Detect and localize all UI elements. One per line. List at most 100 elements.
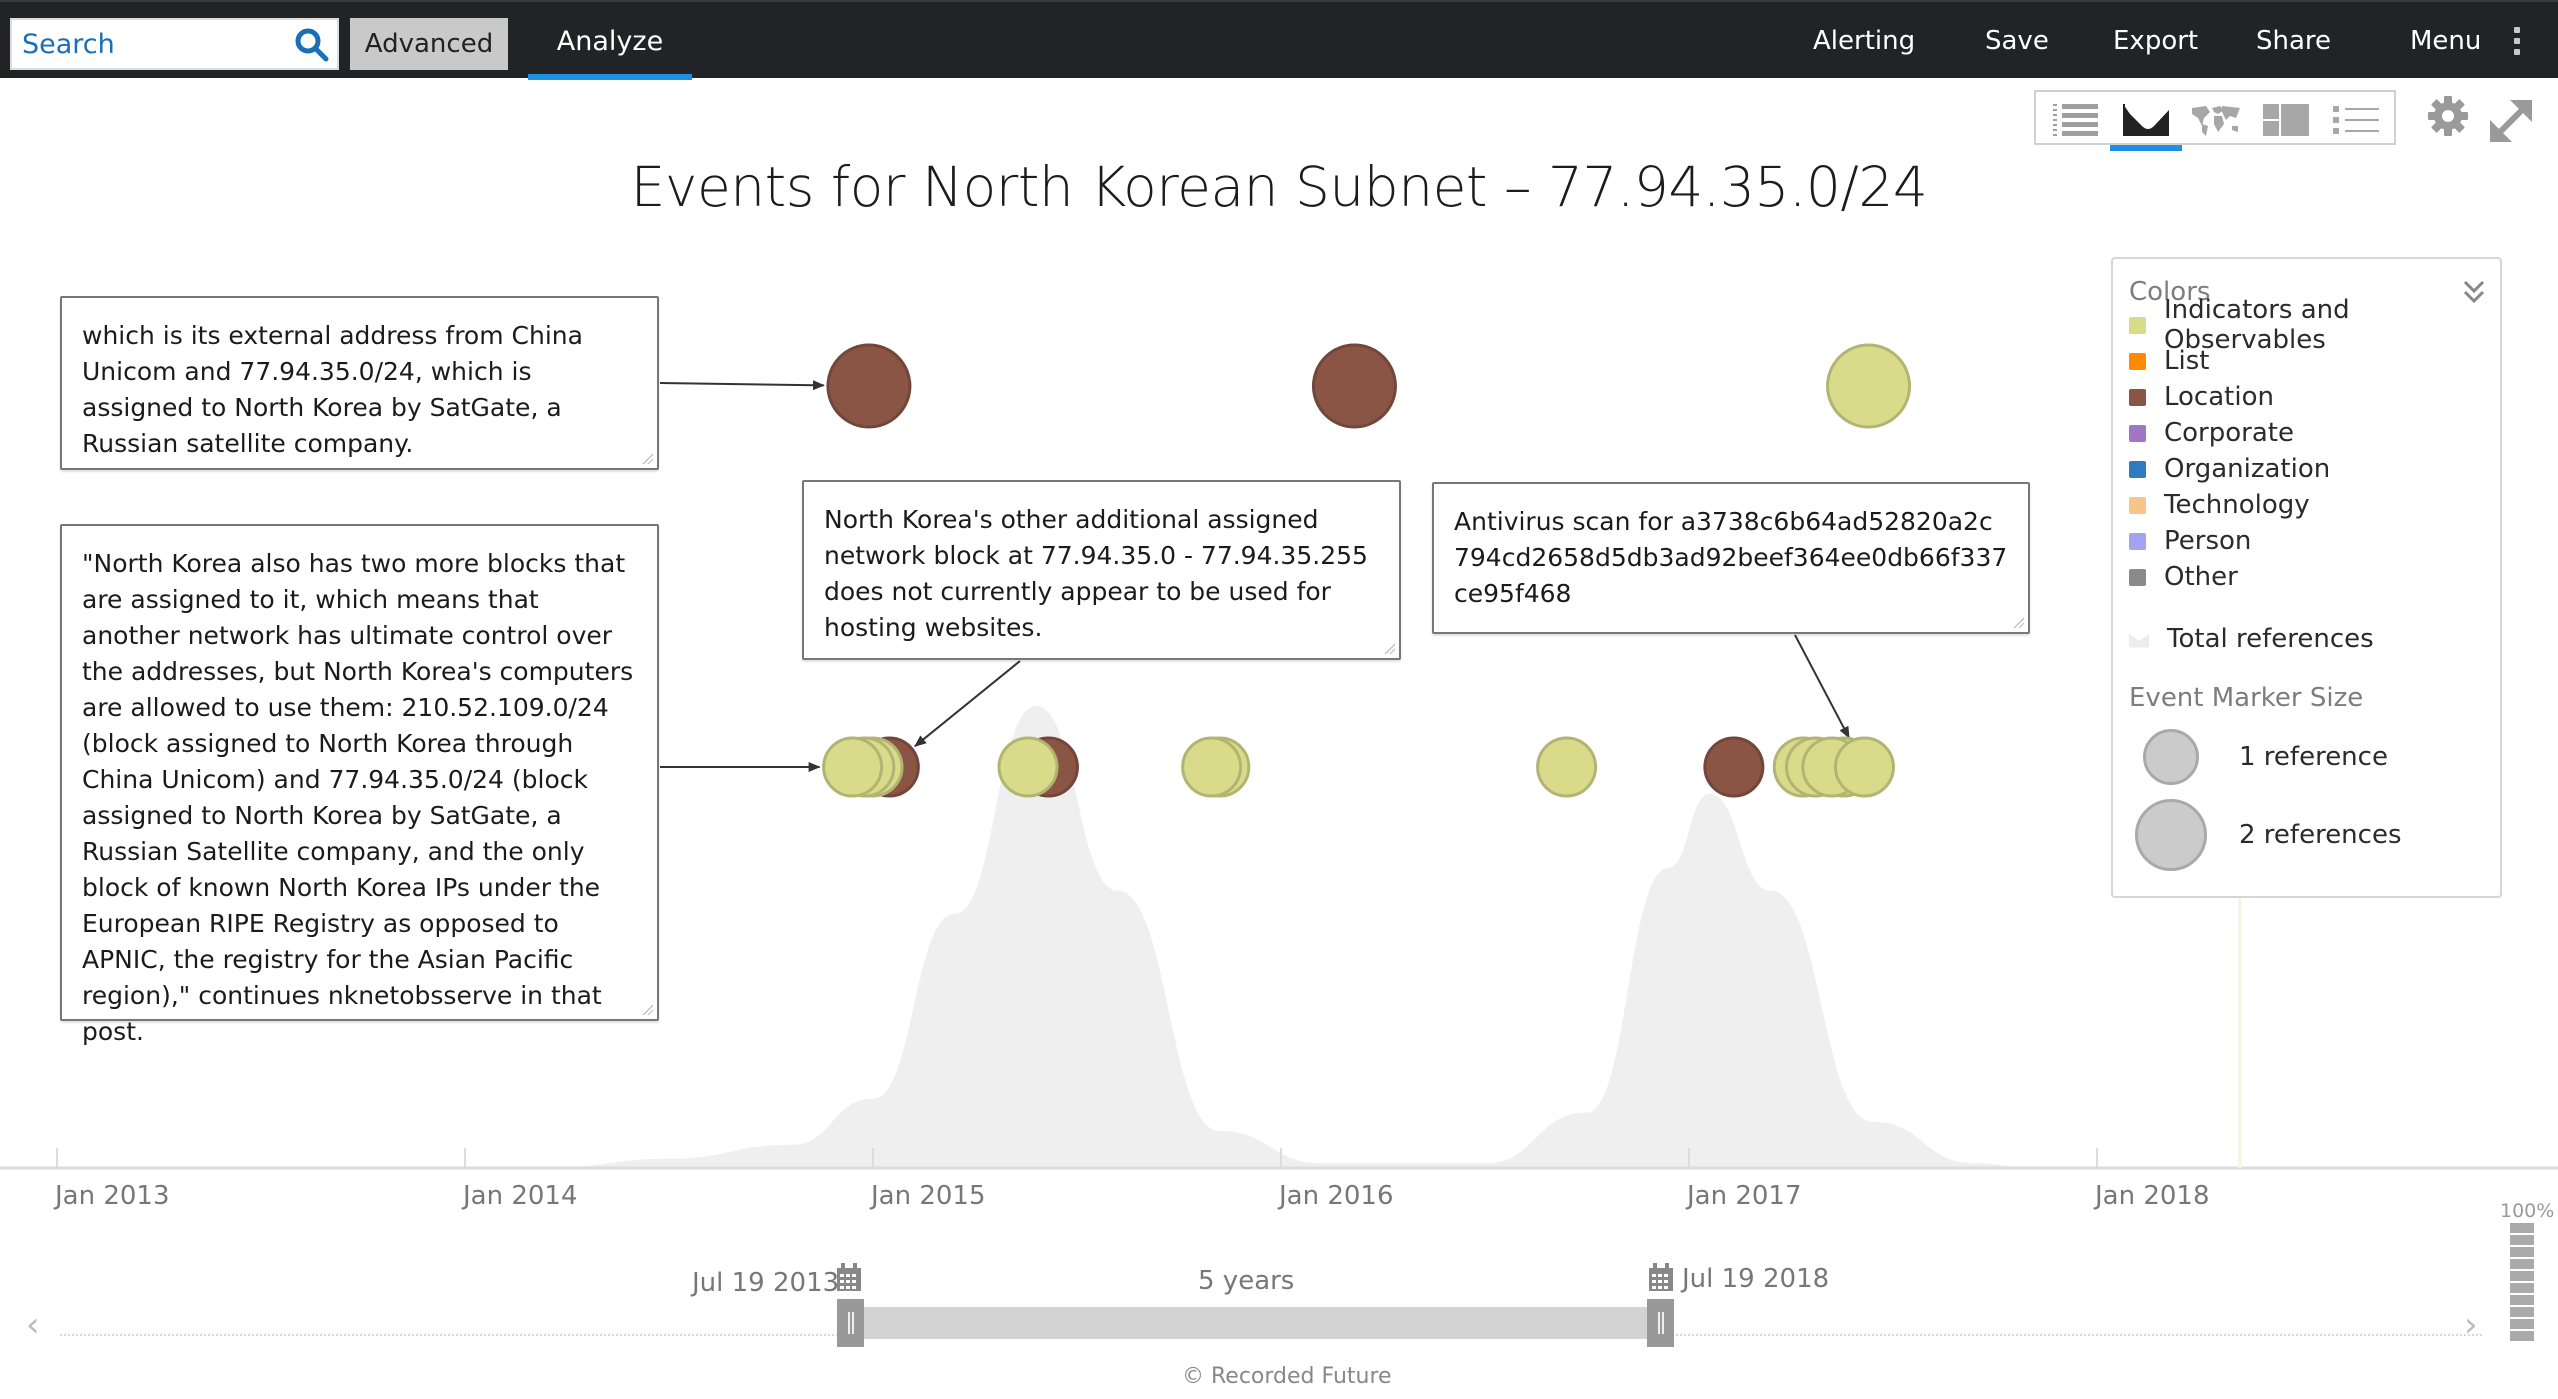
settings-gear-icon[interactable] bbox=[2424, 92, 2472, 140]
legend-item-label: Location bbox=[2164, 382, 2274, 412]
size-1-circle-icon bbox=[2143, 729, 2199, 785]
event-marker-indicators-and-observables[interactable] bbox=[1826, 343, 1912, 429]
x-axis bbox=[0, 1148, 2558, 1170]
app-root: Advanced Analyze Alerting Save Export Sh… bbox=[0, 0, 2558, 1399]
x-axis-tick-label: Jan 2014 bbox=[463, 1181, 578, 1211]
size-legend-label: 1 reference bbox=[2239, 742, 2388, 772]
top-bar: Advanced Analyze Alerting Save Export Sh… bbox=[0, 0, 2558, 80]
legend-item-label: Organization bbox=[2164, 454, 2331, 484]
legend-total-references[interactable]: Total references bbox=[2129, 621, 2374, 657]
end-calendar-icon[interactable] bbox=[1648, 1262, 1674, 1292]
list-view-button[interactable] bbox=[2326, 98, 2386, 142]
legend-swatch-icon bbox=[2129, 424, 2146, 442]
range-end-date: Jul 19 2018 bbox=[1682, 1264, 1830, 1294]
resize-handle-icon[interactable] bbox=[1383, 642, 1395, 654]
fullscreen-expand-icon[interactable] bbox=[2488, 98, 2534, 144]
legend-swatch-icon bbox=[2129, 496, 2146, 514]
event-marker-indicators-and-observables[interactable] bbox=[822, 736, 884, 798]
range-start-handle[interactable] bbox=[837, 1299, 864, 1347]
alerting-button[interactable]: Alerting bbox=[1813, 2, 1915, 80]
resize-handle-icon[interactable] bbox=[2012, 616, 2024, 628]
legend-item-person[interactable]: Person bbox=[2129, 523, 2251, 559]
event-marker-location[interactable] bbox=[1703, 736, 1765, 798]
range-duration: 5 years bbox=[1198, 1266, 1295, 1296]
event-marker-indicators-and-observables[interactable] bbox=[1181, 736, 1243, 798]
annotation-note[interactable]: North Korea's other additional assigned … bbox=[802, 480, 1401, 660]
timeline-view-button[interactable] bbox=[2110, 98, 2182, 151]
menu-button[interactable]: Menu bbox=[2410, 2, 2481, 80]
chart-title: Events for North Korean Subnet – 77.94.3… bbox=[630, 155, 1928, 219]
legend-item-organization[interactable]: Organization bbox=[2129, 451, 2330, 487]
save-button[interactable]: Save bbox=[1985, 2, 2049, 80]
zoom-slider[interactable] bbox=[2510, 1223, 2534, 1341]
legend-item-indicators-and-observables[interactable]: Indicators and Observables bbox=[2129, 295, 2500, 355]
pan-right-button[interactable]: › bbox=[2464, 1305, 2478, 1345]
x-axis-tick-label: Jan 2018 bbox=[2095, 1181, 2210, 1211]
annotation-text: "North Korea also has two more blocks th… bbox=[82, 549, 634, 1046]
legend-item-list[interactable]: List bbox=[2129, 343, 2209, 379]
start-calendar-icon[interactable] bbox=[836, 1262, 862, 1292]
more-options-icon[interactable] bbox=[2513, 27, 2521, 55]
event-marker-location[interactable] bbox=[826, 343, 912, 429]
legend-item-label: Corporate bbox=[2164, 418, 2294, 448]
copyright-footer: © Recorded Future bbox=[1182, 1364, 1392, 1389]
search-box bbox=[10, 18, 339, 70]
table-icon bbox=[2053, 104, 2098, 136]
export-button[interactable]: Export bbox=[2113, 2, 2198, 80]
panels-view-button[interactable] bbox=[2256, 98, 2316, 142]
search-icon[interactable] bbox=[293, 26, 331, 64]
active-tab-indicator bbox=[528, 74, 692, 80]
x-axis-tick-label: Jan 2015 bbox=[871, 1181, 986, 1211]
legend-item-corporate[interactable]: Corporate bbox=[2129, 415, 2294, 451]
legend-size-heading: Event Marker Size bbox=[2129, 683, 2364, 713]
size-legend-item: 2 references bbox=[2135, 799, 2402, 871]
legend-panel: Colors Indicators and Observables List Loc… bbox=[2111, 257, 2502, 898]
annotation-connector-arrow bbox=[914, 660, 1021, 747]
area-chart-icon bbox=[2123, 104, 2169, 136]
legend-swatch-icon bbox=[2129, 388, 2146, 406]
resize-handle-icon[interactable] bbox=[641, 452, 653, 464]
range-selection[interactable] bbox=[852, 1307, 1660, 1339]
annotation-note[interactable]: which is its external address from China… bbox=[60, 296, 659, 470]
legend-swatch-icon bbox=[2129, 460, 2146, 478]
view-toolbar bbox=[2034, 90, 2396, 151]
panels-icon bbox=[2263, 104, 2309, 136]
map-view-button[interactable] bbox=[2186, 98, 2246, 142]
x-axis-tick-label: Jan 2017 bbox=[1687, 1181, 1802, 1211]
list-icon bbox=[2333, 106, 2379, 134]
event-marker-indicators-and-observables[interactable] bbox=[1833, 736, 1895, 798]
legend-swatch-icon bbox=[2129, 316, 2146, 334]
legend-item-label: List bbox=[2164, 346, 2210, 376]
annotation-text: North Korea's other additional assigned … bbox=[824, 505, 1368, 642]
annotation-text: Antivirus scan for a3738c6b64ad52820a2c7… bbox=[1454, 507, 2008, 608]
size-legend-label: 2 references bbox=[2239, 820, 2402, 850]
event-marker-indicators-and-observables[interactable] bbox=[997, 736, 1059, 798]
annotation-note[interactable]: Antivirus scan for a3738c6b64ad52820a2c7… bbox=[1432, 482, 2030, 634]
legend-swatch-icon bbox=[2129, 532, 2146, 550]
tab-analyze-label: Analyze bbox=[556, 25, 664, 57]
legend-item-label: Technology bbox=[2164, 490, 2310, 520]
event-marker-indicators-and-observables[interactable] bbox=[1536, 736, 1598, 798]
range-end-handle[interactable] bbox=[1647, 1299, 1674, 1347]
share-button[interactable]: Share bbox=[2256, 2, 2331, 80]
legend-total-label: Total references bbox=[2167, 624, 2374, 654]
annotation-text: which is its external address from China… bbox=[82, 321, 583, 458]
legend-item-location[interactable]: Location bbox=[2129, 379, 2274, 415]
size-2-circle-icon bbox=[2135, 799, 2207, 871]
tab-analyze[interactable]: Analyze bbox=[528, 2, 692, 80]
legend-item-technology[interactable]: Technology bbox=[2129, 487, 2310, 523]
search-input[interactable] bbox=[12, 20, 282, 68]
table-view-button[interactable] bbox=[2046, 98, 2106, 142]
x-axis-tick-label: Jan 2016 bbox=[1279, 1181, 1394, 1211]
resize-handle-icon[interactable] bbox=[641, 1003, 653, 1015]
annotation-note[interactable]: "North Korea also has two more blocks th… bbox=[60, 524, 659, 1046]
advanced-button[interactable]: Advanced bbox=[350, 18, 508, 70]
world-map-icon bbox=[2192, 106, 2240, 136]
size-legend-item: 1 reference bbox=[2143, 729, 2388, 785]
legend-item-other[interactable]: Other bbox=[2129, 559, 2238, 595]
pan-left-button[interactable]: ‹ bbox=[26, 1305, 40, 1345]
range-start-date: Jul 19 2013 bbox=[692, 1268, 840, 1298]
legend-swatch-icon bbox=[2129, 352, 2146, 370]
event-marker-location[interactable] bbox=[1311, 343, 1397, 429]
legend-swatch-icon bbox=[2129, 568, 2146, 586]
